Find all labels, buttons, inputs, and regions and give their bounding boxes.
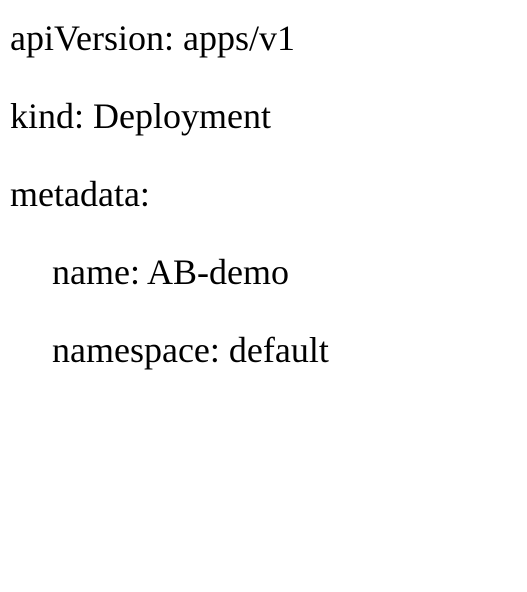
yaml-line-metadata-name: name: AB-demo	[10, 254, 517, 290]
yaml-line-apiversion: apiVersion: apps/v1	[10, 20, 517, 56]
yaml-line-kind: kind: Deployment	[10, 98, 517, 134]
yaml-line-metadata: metadata:	[10, 176, 517, 212]
yaml-line-metadata-namespace: namespace: default	[10, 332, 517, 368]
